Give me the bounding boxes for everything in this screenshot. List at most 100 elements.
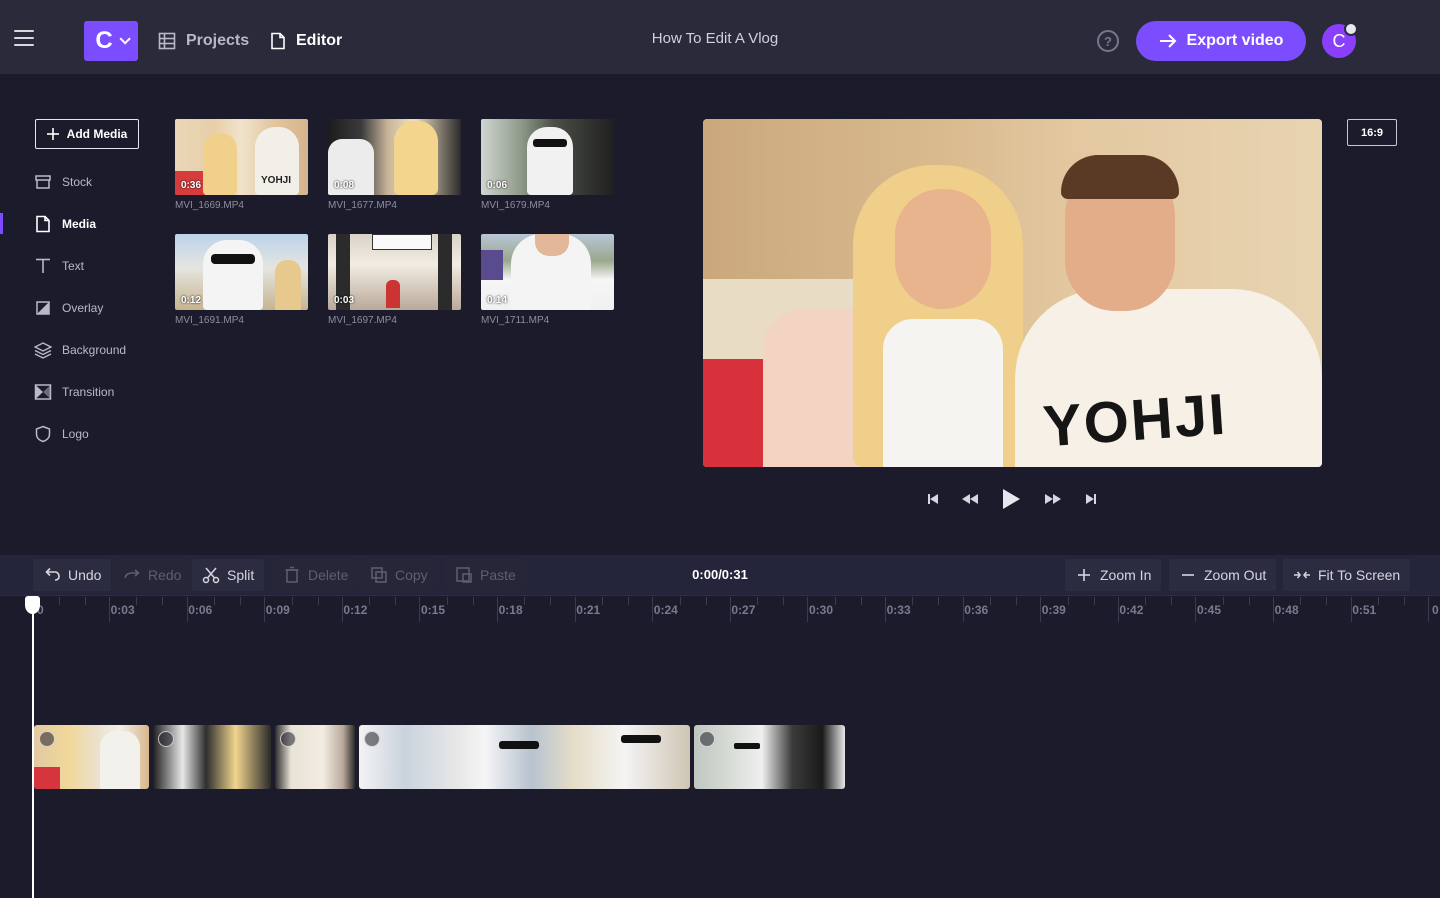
copy-button[interactable]: Copy xyxy=(360,559,438,591)
aspect-ratio-button[interactable]: 16:9 xyxy=(1347,119,1397,146)
ruler-minor-tick xyxy=(446,597,448,605)
add-media-button[interactable]: Add Media xyxy=(35,119,139,149)
media-thumbnail[interactable]: YOHJI 0:36 xyxy=(175,119,308,195)
ruler-label: 0:24 xyxy=(653,603,678,617)
ruler-minor-tick xyxy=(705,597,707,605)
volume-icon[interactable] xyxy=(364,731,380,747)
media-thumbnail[interactable]: 0:14 xyxy=(481,234,614,310)
fast-forward-button[interactable] xyxy=(1042,488,1064,510)
fast-forward-icon xyxy=(1045,494,1061,504)
media-duration: 0:12 xyxy=(181,295,202,306)
fit-to-screen-label: Fit To Screen xyxy=(1318,567,1401,583)
shirt-text: YOHJI xyxy=(1040,381,1230,460)
sidebar-item-overlay[interactable]: Overlay xyxy=(34,296,103,320)
sidebar-item-background[interactable]: Background xyxy=(34,338,126,362)
split-button[interactable]: Split xyxy=(192,559,265,591)
minus-icon xyxy=(1182,574,1194,576)
timeline-clip[interactable] xyxy=(153,725,271,789)
brand-menu-button[interactable]: C xyxy=(84,21,138,61)
timeline-clip[interactable] xyxy=(34,725,149,789)
paste-button[interactable]: Paste xyxy=(445,559,526,591)
ruler-label: 0:12 xyxy=(343,603,368,617)
sidebar-item-transition[interactable]: Transition xyxy=(34,380,114,404)
undo-icon xyxy=(45,567,60,581)
media-thumbnail[interactable]: 0:06 xyxy=(481,119,614,195)
volume-icon[interactable] xyxy=(280,731,296,747)
play-button[interactable] xyxy=(1000,488,1022,510)
ruler-minor-tick xyxy=(938,597,940,605)
media-duration: 0:06 xyxy=(487,180,508,191)
ruler-minor-tick xyxy=(550,597,552,605)
copy-icon xyxy=(371,567,387,583)
ruler-minor-tick xyxy=(1093,597,1095,605)
ruler-label: 0:30 xyxy=(809,603,834,617)
timeline-clip[interactable] xyxy=(359,725,690,789)
ruler-label: 0:45 xyxy=(1197,603,1222,617)
volume-icon[interactable] xyxy=(699,731,715,747)
arrow-right-icon xyxy=(1159,34,1176,48)
project-title[interactable]: How To Edit A Vlog xyxy=(620,30,810,47)
volume-icon[interactable] xyxy=(39,731,55,747)
video-preview[interactable]: YOHJI xyxy=(703,119,1322,467)
paste-label: Paste xyxy=(480,567,516,583)
media-duration: 0:14 xyxy=(487,295,508,306)
skip-end-button[interactable] xyxy=(1080,488,1102,510)
ruler-minor-tick xyxy=(162,597,164,605)
undo-button[interactable]: Undo xyxy=(33,559,112,591)
help-icon[interactable]: ? xyxy=(1097,30,1119,52)
zoom-in-button[interactable]: Zoom In xyxy=(1065,559,1162,591)
skip-start-icon xyxy=(928,494,938,504)
undo-label: Undo xyxy=(68,567,102,583)
skip-start-button[interactable] xyxy=(922,488,944,510)
ruler-minor-tick xyxy=(1378,597,1380,605)
sidebar-item-media[interactable]: Media xyxy=(34,212,96,236)
playhead-handle[interactable] xyxy=(25,596,40,614)
redo-label: Redo xyxy=(148,567,182,583)
zoom-out-button[interactable]: Zoom Out xyxy=(1169,559,1277,591)
paste-icon xyxy=(456,567,472,583)
timeline-clip[interactable] xyxy=(694,725,845,789)
sidebar-item-text[interactable]: Text xyxy=(34,254,84,278)
volume-icon[interactable] xyxy=(158,731,174,747)
media-filename: MVI_1679.MP4 xyxy=(481,200,550,211)
sidebar-item-label: Transition xyxy=(62,385,115,399)
ruler-minor-tick xyxy=(136,597,138,605)
ruler-label: 0:06 xyxy=(188,603,213,617)
media-duration: 0:08 xyxy=(334,180,355,191)
nav-projects[interactable]: Projects xyxy=(158,28,249,54)
ruler-minor-tick xyxy=(860,597,862,605)
split-label: Split xyxy=(227,567,255,583)
export-video-button[interactable]: Export video xyxy=(1136,21,1306,61)
media-filename: MVI_1711.MP4 xyxy=(481,315,550,326)
transition-icon xyxy=(34,384,52,400)
ruler-label: 0:51 xyxy=(1352,603,1377,617)
ruler-minor-tick xyxy=(783,597,785,605)
ruler-minor-tick xyxy=(834,597,836,605)
rewind-button[interactable] xyxy=(959,488,981,510)
media-filename: MVI_1691.MP4 xyxy=(175,315,244,326)
fit-icon xyxy=(1294,571,1310,579)
ruler-minor-tick xyxy=(524,597,526,605)
fit-to-screen-button[interactable]: Fit To Screen xyxy=(1283,559,1411,591)
ruler-minor-tick xyxy=(1403,597,1405,605)
nav-projects-label: Projects xyxy=(186,32,250,49)
timeline-clip[interactable] xyxy=(275,725,355,789)
sidebar-item-logo[interactable]: Logo xyxy=(34,422,89,446)
media-thumbnail[interactable]: 0:03 xyxy=(328,234,461,310)
sidebar-item-stock[interactable]: Stock xyxy=(34,170,92,194)
media-thumbnail[interactable]: 0:12 xyxy=(175,234,308,310)
redo-button[interactable]: Redo xyxy=(113,559,192,591)
sidebar-item-label: Text xyxy=(62,259,85,273)
timeline-ruler[interactable] xyxy=(0,596,1440,626)
playhead-line[interactable] xyxy=(32,604,34,898)
add-media-label: Add Media xyxy=(66,127,128,141)
nav-editor[interactable]: Editor xyxy=(270,28,342,54)
menu-icon[interactable] xyxy=(14,30,34,46)
media-filename: MVI_1677.MP4 xyxy=(328,200,397,211)
delete-button[interactable]: Delete xyxy=(273,559,359,591)
timecode: 0:00/0:31 xyxy=(692,567,748,582)
shirt-text: YOHJI xyxy=(261,175,292,186)
media-thumbnail[interactable]: 0:08 xyxy=(328,119,461,195)
scissors-icon xyxy=(202,567,220,584)
ruler-minor-tick xyxy=(58,597,60,605)
